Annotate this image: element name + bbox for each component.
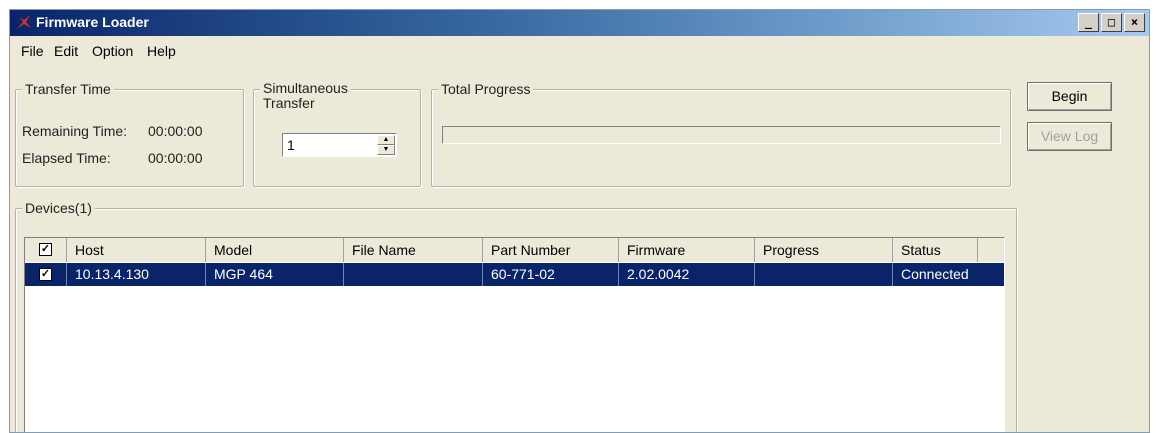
cell-host: 10.13.4.130 [67, 263, 206, 286]
transfer-time-group: Transfer Time Remaining Time: 00:00:00 E… [15, 81, 244, 187]
spinner-buttons: ▲ ▼ [377, 135, 395, 155]
spin-up-icon[interactable]: ▲ [377, 135, 395, 145]
cell-file-name [344, 263, 483, 286]
firmware-loader-window: Firmware Loader _ □ × File Edit Option H… [9, 9, 1150, 433]
transfer-time-label: Transfer Time [22, 81, 114, 97]
menu-bar: File Edit Option Help [10, 37, 1149, 61]
remaining-time-label: Remaining Time: [22, 123, 128, 139]
row-select-cell[interactable]: ✓ [25, 263, 67, 286]
menu-option[interactable]: Option [92, 43, 133, 59]
menu-help[interactable]: Help [147, 43, 176, 59]
column-status[interactable]: Status [893, 238, 978, 262]
cell-model: MGP 464 [206, 263, 344, 286]
header-select-all[interactable]: ✓ [25, 238, 67, 262]
column-model[interactable]: Model [206, 238, 344, 262]
cell-status: Connected [901, 266, 969, 282]
title-bar[interactable]: Firmware Loader _ □ × [10, 10, 1149, 36]
menu-file[interactable]: File [21, 43, 44, 59]
cell-firmware: 2.02.0042 [619, 263, 755, 286]
menu-edit[interactable]: Edit [54, 43, 78, 59]
device-row[interactable]: ✓ 10.13.4.130 MGP 464 60-771-02 2.02.004… [25, 263, 1004, 286]
select-all-checkbox[interactable]: ✓ [39, 243, 52, 256]
simultaneous-transfer-spinner[interactable]: 1 ▲ ▼ [282, 133, 397, 157]
row-checkbox[interactable]: ✓ [39, 268, 52, 281]
begin-button[interactable]: Begin [1027, 82, 1112, 111]
view-log-button[interactable]: View Log [1027, 122, 1112, 151]
elapsed-time-value: 00:00:00 [148, 150, 203, 166]
column-file-name[interactable]: File Name [344, 238, 483, 262]
close-button[interactable]: × [1124, 13, 1145, 32]
total-progress-bar [442, 126, 1001, 144]
minimize-button[interactable]: _ [1078, 13, 1099, 32]
column-progress[interactable]: Progress [755, 238, 893, 262]
devices-list-header: ✓ Host Model File Name Part Number Firmw… [25, 238, 1004, 262]
remaining-time-value: 00:00:00 [148, 123, 203, 139]
cell-part-number: 60-771-02 [483, 263, 619, 286]
simultaneous-transfer-value[interactable]: 1 [287, 137, 295, 153]
devices-list[interactable]: ✓ Host Model File Name Part Number Firmw… [24, 237, 1005, 432]
spin-down-icon[interactable]: ▼ [377, 145, 395, 155]
maximize-button[interactable]: □ [1101, 13, 1122, 32]
devices-label: Devices(1) [22, 200, 95, 216]
column-host[interactable]: Host [67, 238, 206, 262]
column-part-number[interactable]: Part Number [483, 238, 619, 262]
elapsed-time-label: Elapsed Time: [22, 150, 111, 166]
app-icon [17, 15, 31, 29]
total-progress-group: Total Progress [431, 81, 1011, 187]
simultaneous-transfer-label: Simultaneous Transfer [260, 81, 351, 111]
simultaneous-transfer-group: Simultaneous Transfer 1 ▲ ▼ [253, 81, 421, 187]
column-firmware[interactable]: Firmware [619, 238, 755, 262]
window-controls: _ □ × [1078, 13, 1145, 32]
simultaneous-label-line1: Simultaneous [263, 80, 348, 96]
total-progress-label: Total Progress [438, 81, 534, 97]
simultaneous-label-line2: Transfer [263, 95, 315, 111]
cell-progress [755, 263, 893, 286]
window-title: Firmware Loader [36, 14, 149, 30]
